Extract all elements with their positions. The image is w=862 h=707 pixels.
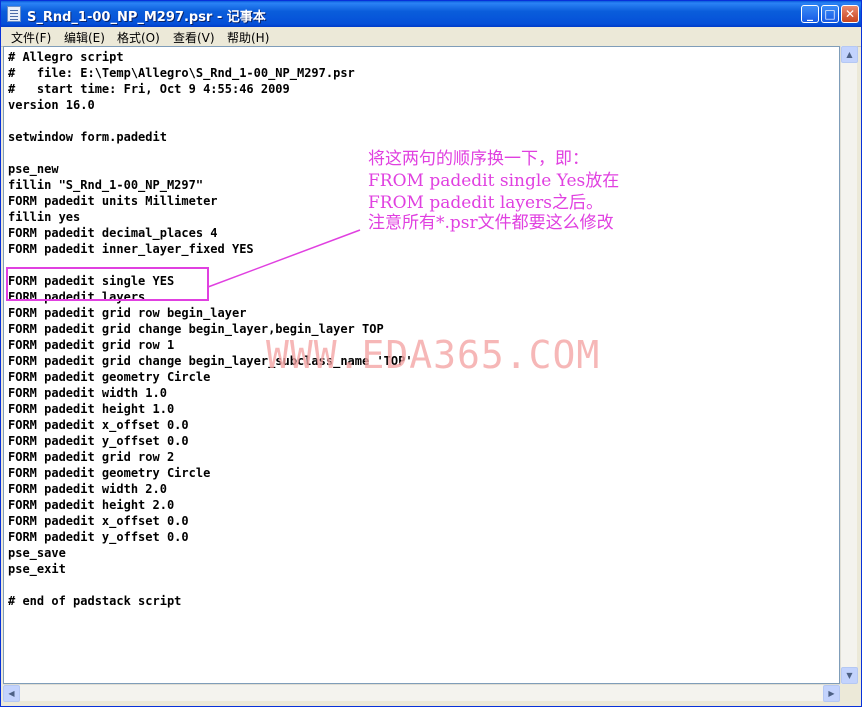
- menu-view[interactable]: 查看(V): [173, 29, 215, 46]
- minimize-button[interactable]: _: [801, 5, 819, 23]
- scroll-left-icon[interactable]: ◀: [3, 685, 20, 702]
- size-grip[interactable]: [840, 684, 857, 701]
- menu-bar: 文件(F) 编辑(E) 格式(O) 查看(V) 帮助(H): [1, 27, 861, 47]
- annotation-line: FROM padedit single Yes放在: [368, 171, 620, 191]
- horizontal-scrollbar[interactable]: ◀ ▶: [3, 684, 840, 702]
- menu-file[interactable]: 文件(F): [11, 29, 51, 46]
- menu-format[interactable]: 格式(O): [117, 29, 160, 46]
- annotation-line: 将这两句的顺序换一下，即：: [368, 149, 589, 169]
- annotation-line: 注意所有*.psr文件都要这么修改: [368, 213, 614, 233]
- maximize-button[interactable]: □: [821, 5, 839, 23]
- annotation-line: FROM padedit layers之后。: [368, 193, 603, 213]
- scroll-down-icon[interactable]: ▼: [841, 667, 858, 684]
- window-title: S_Rnd_1-00_NP_M297.psr - 记事本: [27, 10, 266, 25]
- annotation-arrow: [207, 229, 361, 288]
- vertical-scrollbar[interactable]: ▲ ▼: [840, 46, 858, 684]
- scroll-right-icon[interactable]: ▶: [823, 685, 840, 702]
- title-bar[interactable]: S_Rnd_1-00_NP_M297.psr - 记事本 _ □ ✕: [1, 1, 861, 27]
- text-editor[interactable]: # Allegro script # file: E:\Temp\Allegro…: [3, 46, 840, 684]
- menu-help[interactable]: 帮助(H): [227, 29, 269, 46]
- menu-edit[interactable]: 编辑(E): [64, 29, 105, 46]
- notepad-icon: [7, 6, 21, 22]
- close-button[interactable]: ✕: [841, 5, 859, 23]
- scroll-up-icon[interactable]: ▲: [841, 46, 858, 63]
